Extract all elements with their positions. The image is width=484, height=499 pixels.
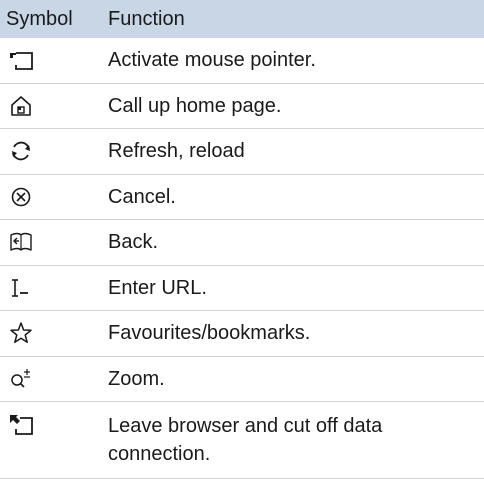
row-function: Cancel. xyxy=(108,185,176,208)
table-row: Refresh, reload xyxy=(0,129,484,175)
table-row: Back. xyxy=(0,220,484,266)
row-function: Enter URL. xyxy=(108,276,207,299)
header-symbol: Symbol xyxy=(6,7,73,30)
back-icon xyxy=(8,229,34,255)
row-function: Leave browser and cut off data connectio… xyxy=(108,415,383,465)
table-row: Leave browser and cut off data connectio… xyxy=(0,402,484,479)
leave-browser-icon xyxy=(8,412,34,438)
table-row: Zoom. xyxy=(0,357,484,402)
zoom-icon xyxy=(8,366,34,392)
table-row: Favourites/bookmarks. xyxy=(0,311,484,357)
table-row: Activate mouse pointer. xyxy=(0,38,484,84)
header-function: Function xyxy=(108,7,185,30)
table-row: Enter URL. xyxy=(0,266,484,311)
row-function: Favourites/bookmarks. xyxy=(108,322,311,345)
mouse-pointer-icon xyxy=(8,47,34,73)
row-function: Call up home page. xyxy=(108,94,282,117)
refresh-icon xyxy=(8,138,34,164)
star-icon xyxy=(8,320,34,346)
home-icon xyxy=(8,93,34,119)
cancel-icon xyxy=(8,184,34,210)
symbol-function-table: Symbol Function Activate mouse pointer. xyxy=(0,0,484,479)
row-function: Zoom. xyxy=(108,367,165,390)
row-function: Back. xyxy=(108,231,159,254)
table-row: Cancel. xyxy=(0,175,484,220)
enter-url-icon xyxy=(8,275,34,301)
row-function: Refresh, reload xyxy=(108,140,245,163)
table-row: Call up home page. xyxy=(0,84,484,129)
row-function: Activate mouse pointer. xyxy=(108,49,316,72)
table-header: Symbol Function xyxy=(0,0,484,38)
